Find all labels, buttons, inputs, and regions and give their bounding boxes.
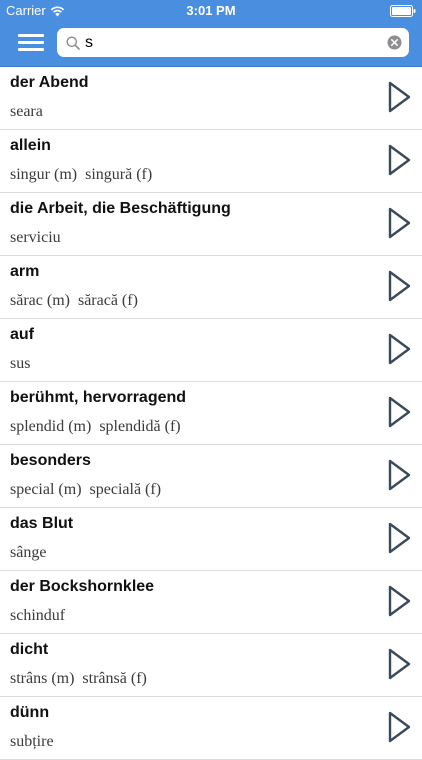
word-row[interactable]: das Blut sânge [0, 508, 422, 571]
battery-icon [390, 5, 416, 17]
word-german: die Arbeit, die Beschäftigung [10, 200, 231, 217]
word-german: berühmt, hervorragend [10, 389, 187, 406]
word-german: dünn [10, 704, 50, 721]
word-romanian: sus [10, 355, 31, 372]
word-german: allein [10, 137, 51, 154]
word-romanian: singur (m) singură (f) [10, 166, 153, 183]
word-row[interactable]: der Abend seara [0, 67, 422, 130]
word-romanian: sărac (m) săracă (f) [10, 292, 138, 309]
play-icon[interactable] [386, 395, 412, 429]
word-german: besonders [10, 452, 91, 469]
word-list: der Abend seara allein singur (m) singur… [0, 67, 422, 760]
word-row[interactable]: besonders special (m) specială (f) [0, 445, 422, 508]
word-german: auf [10, 326, 34, 343]
play-icon[interactable] [386, 206, 412, 240]
play-icon[interactable] [386, 332, 412, 366]
play-icon[interactable] [386, 269, 412, 303]
clear-icon[interactable] [387, 35, 402, 50]
word-german: dicht [10, 641, 49, 658]
word-german: der Bockshornklee [10, 578, 155, 595]
play-icon[interactable] [386, 458, 412, 492]
play-icon[interactable] [386, 710, 412, 744]
word-row[interactable]: dünn subțire [0, 697, 422, 760]
word-romanian: seara [10, 103, 43, 120]
word-romanian: special (m) specială (f) [10, 481, 162, 498]
word-row[interactable]: arm sărac (m) săracă (f) [0, 256, 422, 319]
word-romanian: schinduf [10, 607, 66, 624]
word-row[interactable]: auf sus [0, 319, 422, 382]
word-german: das Blut [10, 515, 74, 532]
word-row[interactable]: der Bockshornklee schinduf [0, 571, 422, 634]
word-romanian: strâns (m) strânsă (f) [10, 670, 147, 687]
search-input[interactable] [85, 28, 375, 57]
play-icon[interactable] [386, 584, 412, 618]
play-icon[interactable] [386, 647, 412, 681]
word-romanian: splendid (m) splendidă (f) [10, 418, 181, 435]
status-bar: Carrier 3:01 PM [0, 0, 422, 22]
nav-bar [0, 22, 422, 67]
word-romanian: sânge [10, 544, 47, 561]
search-field[interactable] [57, 28, 409, 57]
word-row[interactable]: allein singur (m) singură (f) [0, 130, 422, 193]
status-time: 3:01 PM [186, 3, 236, 18]
word-romanian: subțire [10, 733, 54, 750]
word-row[interactable]: die Arbeit, die Beschäftigung serviciu [0, 193, 422, 256]
word-german: der Abend [10, 74, 89, 91]
hamburger-menu-icon[interactable] [18, 32, 44, 54]
word-german: arm [10, 263, 40, 280]
word-row[interactable]: dicht strâns (m) strânsă (f) [0, 634, 422, 697]
search-icon [66, 36, 80, 50]
play-icon[interactable] [386, 521, 412, 555]
play-icon[interactable] [386, 143, 412, 177]
word-romanian: serviciu [10, 229, 61, 246]
play-icon[interactable] [386, 80, 412, 114]
word-row[interactable]: berühmt, hervorragend splendid (m) splen… [0, 382, 422, 445]
